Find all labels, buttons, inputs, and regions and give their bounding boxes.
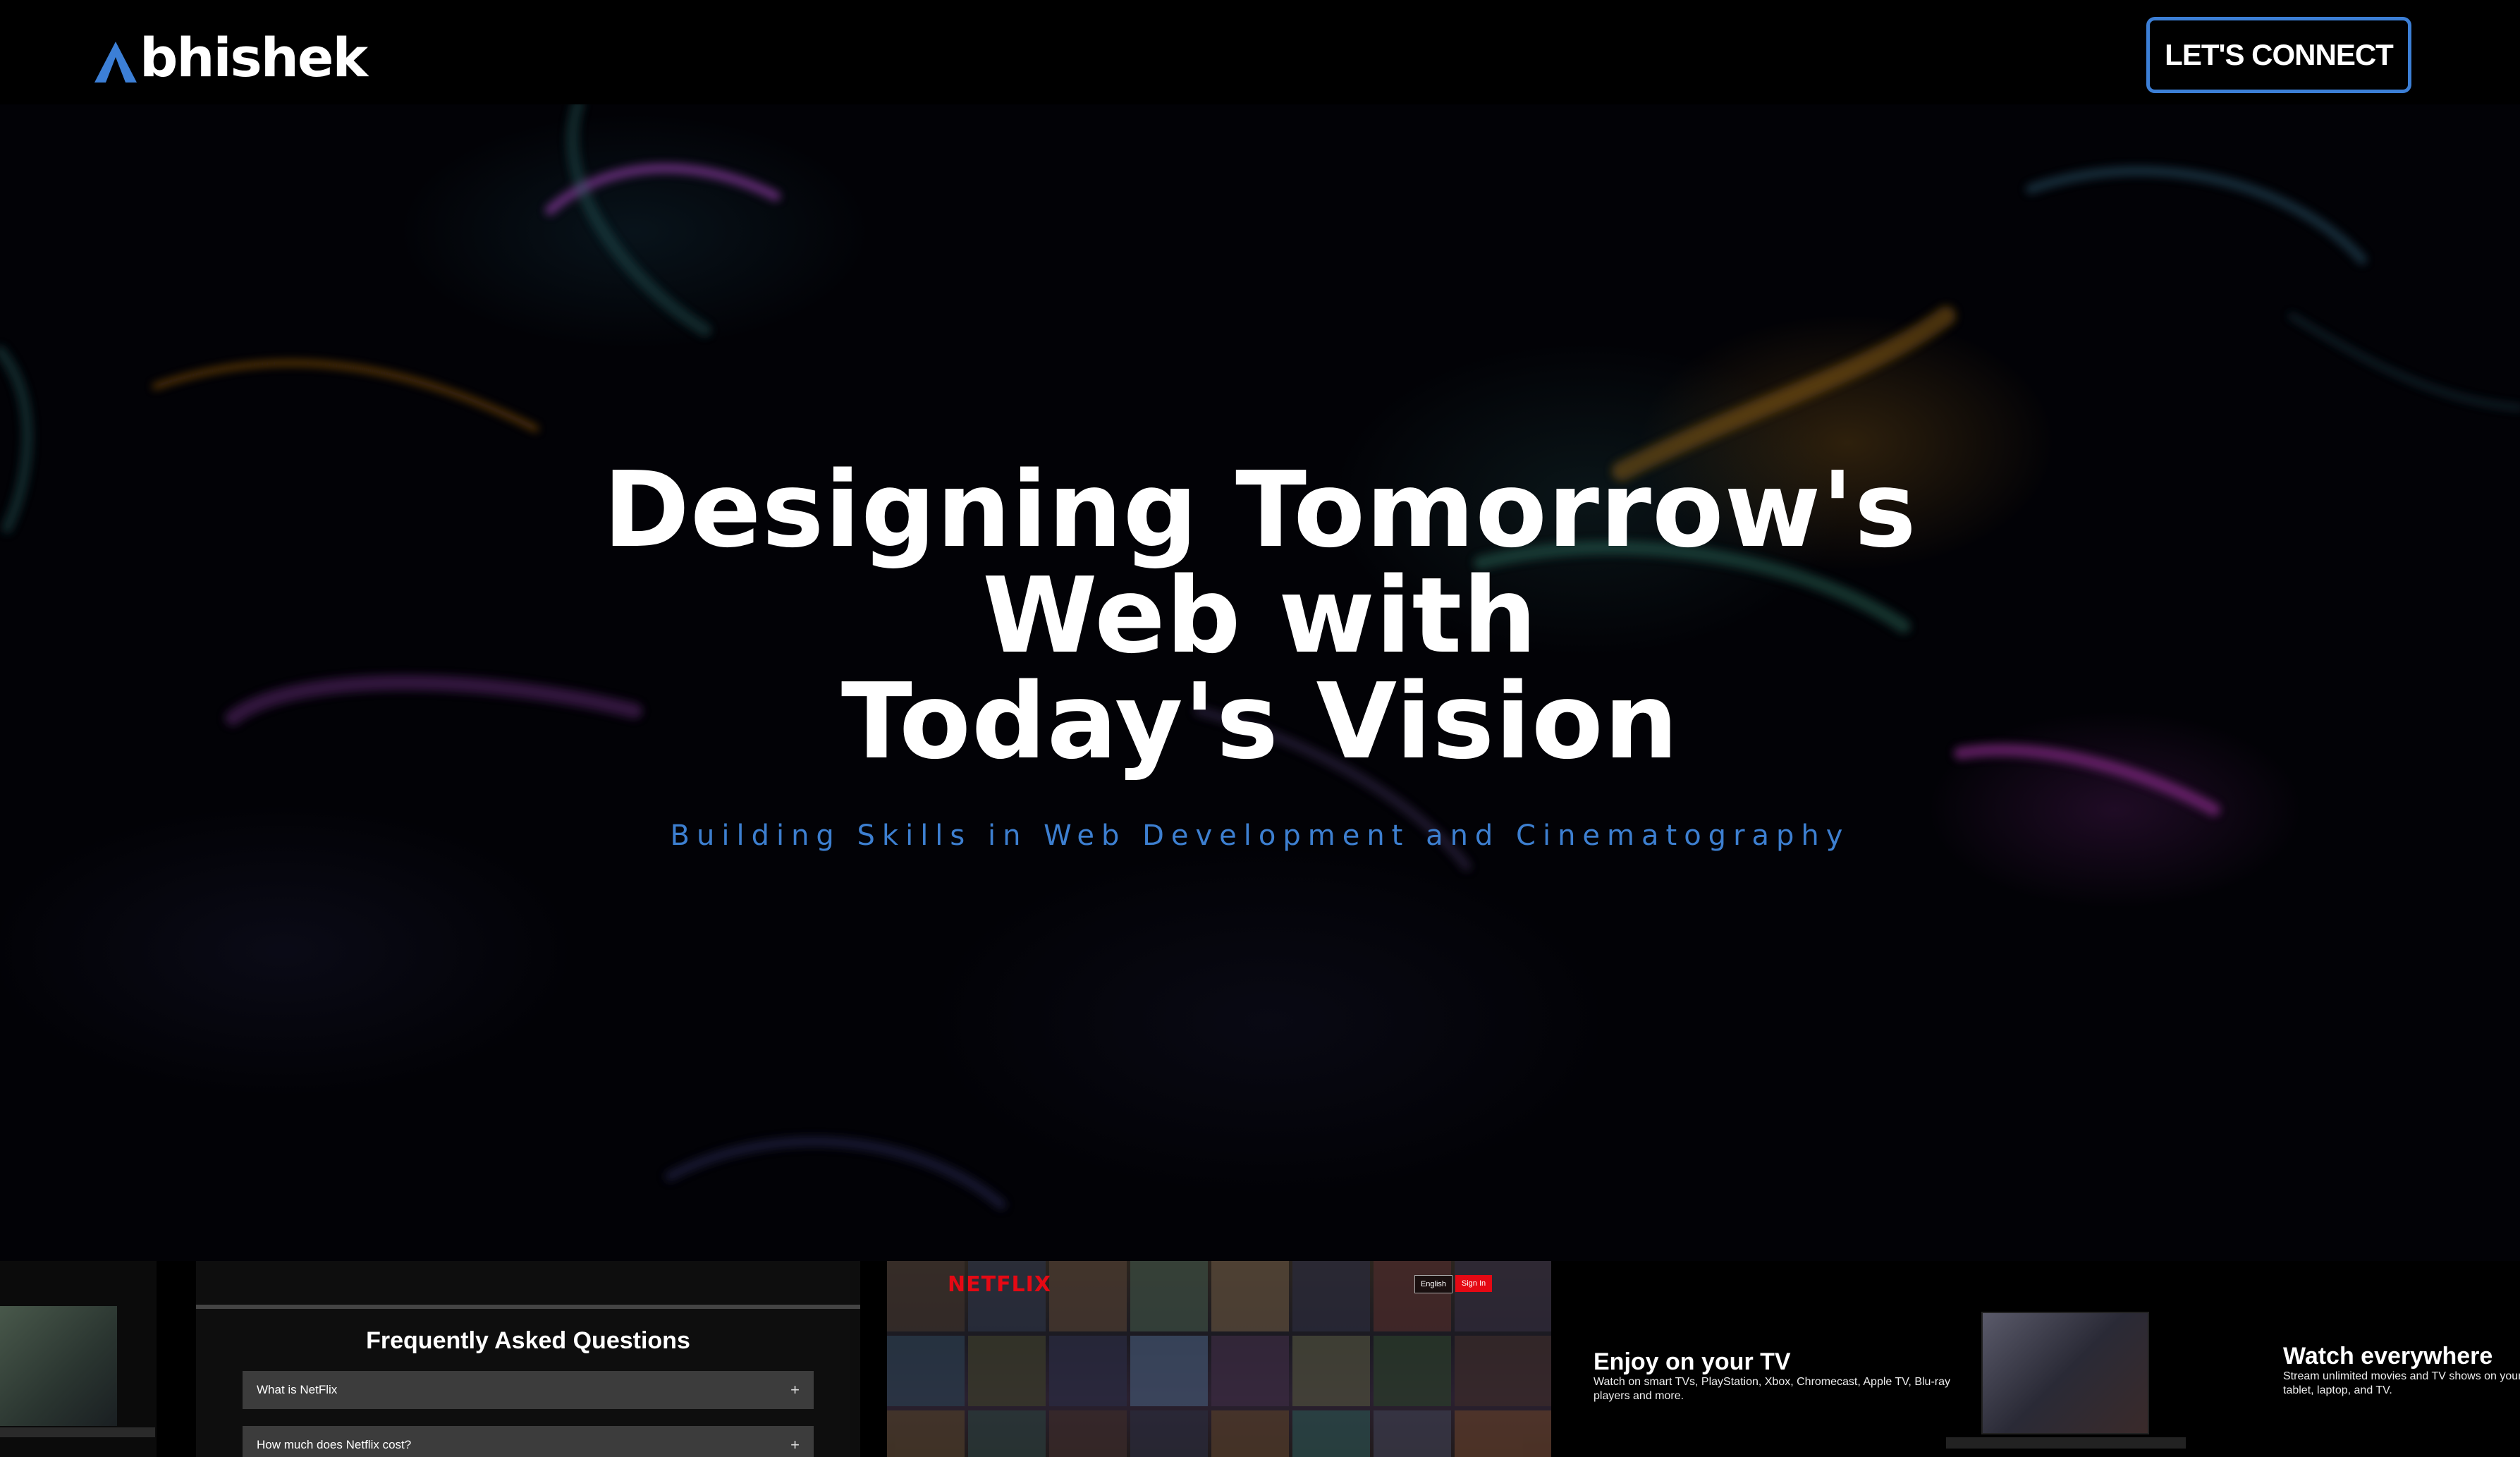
faq-item[interactable]: What is NetFlix + [243, 1371, 814, 1409]
faq-item[interactable]: How much does Netflix cost? + [243, 1426, 814, 1457]
language-select[interactable]: English [1414, 1275, 1452, 1293]
plus-icon: + [790, 1436, 800, 1453]
hero-section: Designing Tomorrow's Web with Today's Vi… [0, 104, 2520, 1261]
divider [196, 1305, 860, 1309]
tv-description: Watch on smart TVs, PlayStation, Xbox, C… [1594, 1376, 1950, 1402]
sign-in-button[interactable]: Sign In [1455, 1275, 1492, 1292]
logo-triangle-icon [94, 42, 137, 83]
plus-icon: + [790, 1381, 800, 1398]
navbar: bhishek LET'S CONNECT [0, 0, 2520, 104]
logo[interactable]: bhishek [94, 25, 368, 89]
tv-screenshot-image [1981, 1312, 2149, 1434]
hero-title-line: Web with [982, 555, 1538, 676]
faq-question: What is NetFlix [257, 1383, 338, 1396]
project-card-tv-left[interactable] [0, 1261, 157, 1457]
faq-question: How much does Netflix cost? [257, 1438, 412, 1451]
hero-subtitle: Building Skills in Web Development and C… [670, 819, 1850, 852]
everywhere-description: Stream unlimited movies and TV shows on … [2283, 1370, 2520, 1396]
project-strip: Frequently Asked Questions What is NetFl… [0, 1261, 2520, 1457]
netflix-logo: NETFLIX [948, 1272, 1051, 1297]
tv-stand [1946, 1437, 2186, 1449]
project-card-enjoy-tv[interactable]: Enjoy on your TV Watch on smart TVs, Pla… [1577, 1261, 2238, 1457]
project-card-faq[interactable]: Frequently Asked Questions What is NetFl… [196, 1261, 860, 1457]
project-card-watch-everywhere[interactable]: Watch everywhere Stream unlimited movies… [2266, 1261, 2520, 1457]
faq-title: Frequently Asked Questions [366, 1327, 690, 1354]
tv-screenshot-image [0, 1306, 117, 1426]
logo-text: bhishek [140, 25, 368, 89]
hero-title-line: Designing Tomorrow's [603, 449, 1917, 571]
hero-title: Designing Tomorrow's Web with Today's Vi… [0, 457, 2520, 774]
everywhere-heading: Watch everywhere [2283, 1343, 2493, 1370]
tv-heading: Enjoy on your TV [1594, 1348, 1791, 1375]
project-card-netflix-home[interactable]: NETFLIX English Sign In [887, 1261, 1551, 1457]
lets-connect-button[interactable]: LET'S CONNECT [2146, 17, 2411, 93]
hero-title-line: Today's Vision [840, 661, 1680, 782]
tv-stand [0, 1427, 155, 1437]
